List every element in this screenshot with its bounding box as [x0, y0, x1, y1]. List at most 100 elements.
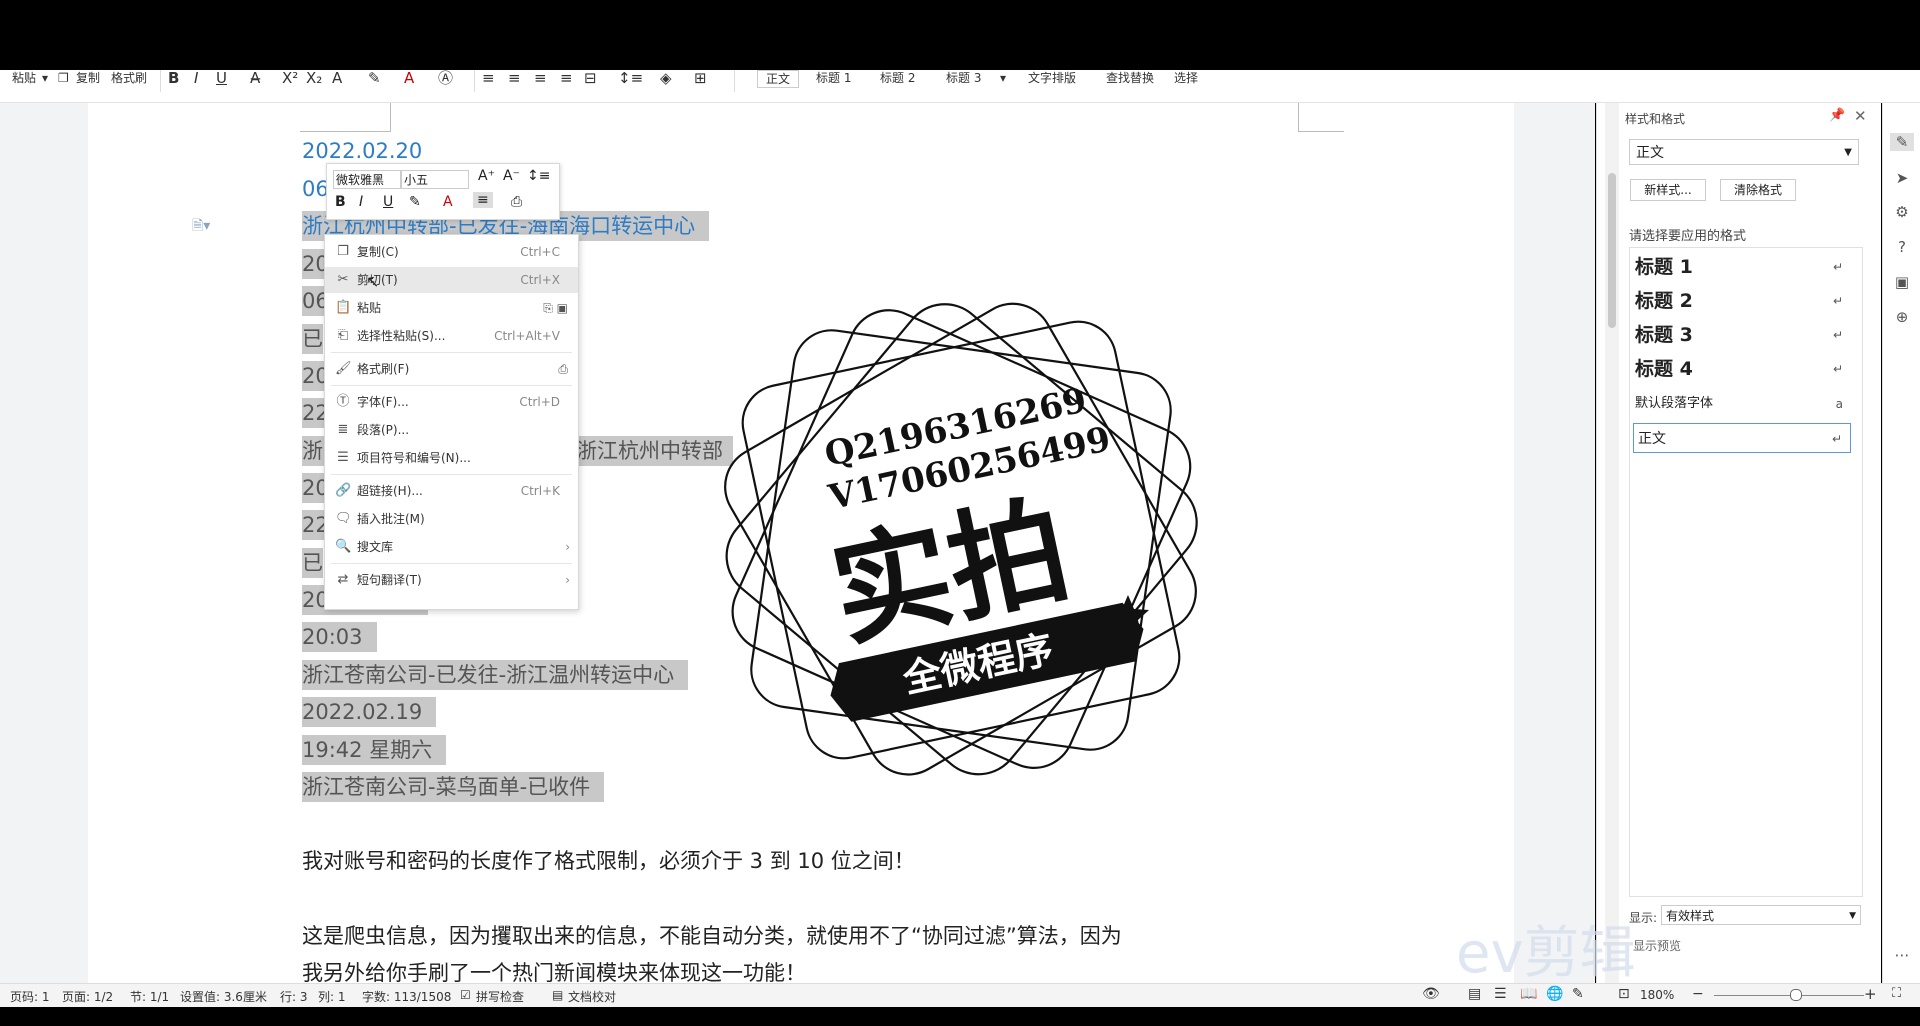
- menu-item-hyperlink[interactable]: 🔗 超链接(H)... Ctrl+K: [325, 478, 578, 504]
- grow-font-icon[interactable]: A⁺: [478, 168, 495, 184]
- pin-icon[interactable]: 📌: [1829, 108, 1845, 123]
- style-gallery-more-icon[interactable]: ▾: [1000, 70, 1006, 86]
- checkbox-icon[interactable]: ☑: [460, 988, 471, 1002]
- text-layout-button[interactable]: 文字排版: [1028, 70, 1076, 86]
- line-spacing-icon[interactable]: ↕≡: [618, 70, 643, 86]
- reading-view-icon[interactable]: 📖: [1520, 986, 1537, 1002]
- shading-icon[interactable]: ◈: [660, 70, 672, 86]
- paste-button[interactable]: 粘贴: [12, 70, 36, 86]
- font-size-select[interactable]: 小五: [401, 170, 469, 189]
- menu-item-format-painter[interactable]: 🖌 格式刷(F) ⎙: [325, 356, 578, 382]
- align-right-icon[interactable]: ≡: [534, 70, 547, 86]
- border-icon[interactable]: ⊞: [694, 70, 707, 86]
- style-heading3[interactable]: 标题 3 ↵: [1635, 320, 1851, 350]
- select-pointer-icon[interactable]: ➤: [1893, 169, 1911, 187]
- highlight-icon[interactable]: ✎: [368, 70, 381, 86]
- highlight-icon[interactable]: ✎: [409, 194, 421, 210]
- select-button[interactable]: 选择: [1174, 70, 1198, 86]
- style-heading2-button[interactable]: 标题 2: [880, 70, 915, 86]
- shrink-font-icon[interactable]: A⁻: [503, 168, 520, 184]
- subscript-icon[interactable]: X₂: [306, 70, 322, 86]
- align-icon[interactable]: ≡: [473, 192, 493, 208]
- new-style-button[interactable]: 新样式...: [1630, 179, 1706, 201]
- more-icon[interactable]: ⋯: [1893, 946, 1911, 964]
- char-border-icon[interactable]: Ⓐ: [438, 70, 453, 86]
- style-heading1-button[interactable]: 标题 1: [816, 70, 851, 86]
- share-icon[interactable]: ⊕: [1893, 308, 1911, 326]
- status-page[interactable]: 页码: 1: [10, 988, 50, 1005]
- current-style-select[interactable]: 正文 ▼: [1629, 139, 1859, 165]
- zoom-in-icon[interactable]: +: [1864, 985, 1877, 1003]
- italic-button[interactable]: I: [194, 70, 198, 86]
- outline-view-icon[interactable]: ☰: [1494, 986, 1507, 1002]
- help-icon[interactable]: ?: [1893, 238, 1911, 256]
- line-spacing-icon[interactable]: ↕≡: [527, 168, 550, 184]
- menu-item-paste[interactable]: 📋 粘贴 ⎘ ▣: [325, 295, 578, 321]
- menu-item-search-library[interactable]: 🔍 搜文库 ›: [325, 534, 578, 560]
- distribute-icon[interactable]: ⊟: [584, 70, 597, 86]
- word-count[interactable]: 字数: 113/1508: [362, 988, 451, 1005]
- zoom-out-icon[interactable]: −: [1692, 986, 1704, 1002]
- sliders-icon[interactable]: ⚙: [1893, 203, 1911, 221]
- doc-proof-button[interactable]: 文档校对: [568, 988, 616, 1005]
- format-painter-button[interactable]: 格式刷: [111, 70, 147, 86]
- menu-item-font[interactable]: Ⓣ 字体(F)... Ctrl+D: [325, 389, 578, 415]
- preview-checkbox[interactable]: 显示预览: [1633, 937, 1681, 954]
- align-center-icon[interactable]: ≡: [508, 70, 521, 86]
- write-view-icon[interactable]: ✎: [1572, 986, 1584, 1002]
- stamp-image[interactable]: Q2196316269 V17060256499 实拍 全微程序: [716, 290, 1206, 790]
- fit-page-icon[interactable]: ⊡: [1618, 986, 1630, 1002]
- menu-item-insert-comment[interactable]: 🗨 插入批注(M): [325, 506, 578, 532]
- superscript-icon[interactable]: X²: [282, 70, 298, 86]
- vertical-scrollbar[interactable]: [1605, 103, 1619, 983]
- menu-item-paragraph[interactable]: ≣ 段落(P)...: [325, 417, 578, 443]
- underline-icon[interactable]: U: [383, 194, 393, 210]
- justify-icon[interactable]: ≡: [560, 70, 573, 86]
- text-effect-icon[interactable]: A: [332, 70, 342, 86]
- style-heading3-button[interactable]: 标题 3: [946, 70, 981, 86]
- menu-item-paste-special[interactable]: ⎗ 选择性粘贴(S)... Ctrl+Alt+V: [325, 323, 578, 349]
- format-painter-icon[interactable]: ⎙: [511, 194, 522, 210]
- menu-item-copy[interactable]: ❐ 复制(C) Ctrl+C: [325, 239, 578, 265]
- bold-icon[interactable]: B: [335, 194, 346, 210]
- style-normal[interactable]: 正文 ↵: [1633, 423, 1851, 453]
- scrollbar-thumb[interactable]: [1608, 173, 1616, 328]
- paste-options-icon[interactable]: ⎘ ▣: [543, 295, 568, 321]
- paste-dropdown-icon[interactable]: ▾: [42, 70, 48, 86]
- zoom-level[interactable]: 180%: [1640, 988, 1674, 1002]
- style-heading1[interactable]: 标题 1 ↵: [1635, 252, 1851, 282]
- menu-item-translate[interactable]: ⇄ 短句翻译(T) ›: [325, 567, 578, 593]
- align-left-icon[interactable]: ≡: [482, 70, 495, 86]
- clear-format-button[interactable]: 清除格式: [1720, 179, 1796, 201]
- doc-check-icon[interactable]: ▤: [552, 988, 563, 1002]
- fullscreen-icon[interactable]: ⛶: [1892, 986, 1901, 1001]
- zoom-slider-handle[interactable]: [1790, 989, 1802, 1001]
- style-normal-button[interactable]: 正文: [757, 70, 800, 88]
- menu-item-bullets[interactable]: ☰ 项目符号和编号(N)...: [325, 445, 578, 471]
- font-name-select[interactable]: 微软雅黑: [333, 170, 401, 189]
- font-color-icon[interactable]: A: [443, 194, 453, 210]
- zoom-slider[interactable]: [1714, 995, 1864, 996]
- document-map-icon[interactable]: 🗎▾: [192, 215, 210, 239]
- panel-title[interactable]: 样式和格式: [1625, 110, 1685, 127]
- underline-button[interactable]: U: [216, 70, 227, 86]
- copy-button[interactable]: 复制: [76, 70, 100, 86]
- status-pages[interactable]: 页面: 1/2: [62, 988, 113, 1005]
- spell-check-button[interactable]: 拼写检查: [476, 988, 524, 1005]
- style-default-font[interactable]: 默认段落字体 a: [1635, 389, 1851, 419]
- show-filter-select[interactable]: 有效样式 ▼: [1661, 905, 1861, 925]
- eye-protect-icon[interactable]: 👁: [1422, 986, 1440, 1002]
- close-icon[interactable]: ✕: [1854, 107, 1867, 125]
- menu-item-cut[interactable]: ✂ 剪切(T) Ctrl+X: [325, 267, 578, 293]
- bold-button[interactable]: B: [168, 70, 179, 86]
- style-heading2[interactable]: 标题 2 ↵: [1635, 286, 1851, 316]
- styles-pen-icon[interactable]: ✎: [1890, 133, 1914, 151]
- page-view-icon[interactable]: ▤: [1468, 986, 1481, 1002]
- font-color-icon[interactable]: A: [404, 70, 414, 86]
- image-icon[interactable]: ▣: [1893, 273, 1911, 291]
- strikethrough-icon[interactable]: A̶: [250, 70, 260, 86]
- find-replace-button[interactable]: 查找替换: [1106, 70, 1154, 86]
- italic-icon[interactable]: I: [359, 194, 363, 210]
- style-heading4[interactable]: 标题 4 ↵: [1635, 354, 1851, 384]
- web-view-icon[interactable]: 🌐: [1546, 986, 1563, 1002]
